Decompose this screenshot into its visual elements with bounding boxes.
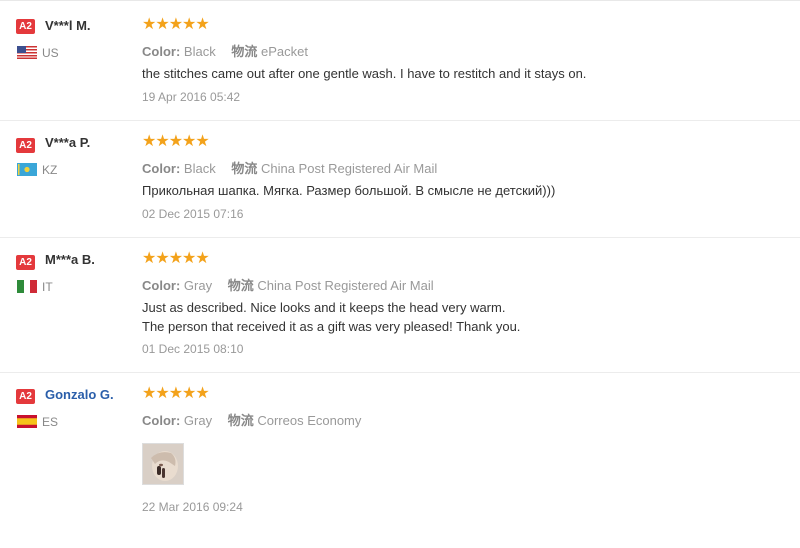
- review-text: The person that received it as a gift wa…: [142, 319, 521, 334]
- buyer-level-badge: A2: [16, 255, 35, 270]
- color-value: Gray: [183, 278, 213, 293]
- review-text: the stitches came out after one gentle w…: [142, 66, 587, 81]
- shipping-value: China Post Registered Air Mail: [257, 278, 434, 293]
- shipping-label: 物流: [227, 413, 254, 428]
- review-divider: [0, 120, 800, 121]
- top-divider: [0, 0, 800, 1]
- reviewer-name: M***a B.: [45, 252, 95, 267]
- shipping-label: 物流: [227, 278, 254, 293]
- review-date: 01 Dec 2015 08:10: [142, 342, 244, 356]
- reviewer-country: ES: [42, 415, 59, 429]
- reviewer-country: IT: [42, 280, 53, 294]
- review-divider: [0, 372, 800, 373]
- color-value: Black: [183, 44, 216, 59]
- review-divider: [0, 237, 800, 238]
- shipping-value: China Post Registered Air Mail: [260, 161, 438, 176]
- review-attributes: Color: Gray 物流 China Post Registered Air…: [142, 275, 434, 294]
- flag-us-icon: [17, 46, 37, 59]
- shipping-value: Correos Economy: [257, 413, 362, 428]
- review-date: 19 Apr 2016 05:42: [142, 90, 241, 104]
- buyer-level-badge: A2: [16, 19, 35, 34]
- review-photo-thumbnail[interactable]: [142, 443, 184, 485]
- color-value: Gray: [183, 413, 213, 428]
- rating-stars: ★★★★★: [142, 16, 210, 33]
- buyer-level-badge: A2: [16, 138, 35, 153]
- review-text: Just as described. Nice looks and it kee…: [142, 300, 506, 315]
- rating-stars: ★★★★★: [142, 250, 210, 267]
- flag-kz-icon: [17, 163, 37, 176]
- review-attributes: Color: Gray 物流 Correos Economy: [142, 410, 361, 429]
- color-label: Color:: [142, 161, 181, 176]
- flag-it-icon: [17, 280, 37, 293]
- color-label: Color:: [142, 413, 181, 428]
- shipping-value: ePacket: [260, 44, 308, 59]
- rating-stars: ★★★★★: [142, 133, 210, 150]
- flag-es-icon: [17, 415, 37, 428]
- reviewer-name-link[interactable]: Gonzalo G.: [45, 387, 114, 402]
- review-date: 22 Mar 2016 09:24: [142, 500, 243, 514]
- review-attributes: Color: Black 物流 ePacket: [142, 41, 308, 60]
- review-attributes: Color: Black 物流 China Post Registered Ai…: [142, 158, 437, 177]
- color-label: Color:: [142, 278, 181, 293]
- shipping-label: 物流: [231, 161, 258, 176]
- reviewer-country: US: [42, 46, 59, 60]
- shipping-label: 物流: [231, 44, 258, 59]
- review-date: 02 Dec 2015 07:16: [142, 207, 244, 221]
- rating-stars: ★★★★★: [142, 385, 210, 402]
- reviewer-name: V***a P.: [45, 135, 91, 150]
- color-value: Black: [183, 161, 216, 176]
- color-label: Color:: [142, 44, 181, 59]
- reviewer-country: KZ: [42, 163, 58, 177]
- reviewer-name: V***l M.: [45, 18, 91, 33]
- buyer-level-badge: A2: [16, 389, 35, 404]
- review-text: Прикольная шапка. Мягка. Размер большой.…: [142, 183, 556, 198]
